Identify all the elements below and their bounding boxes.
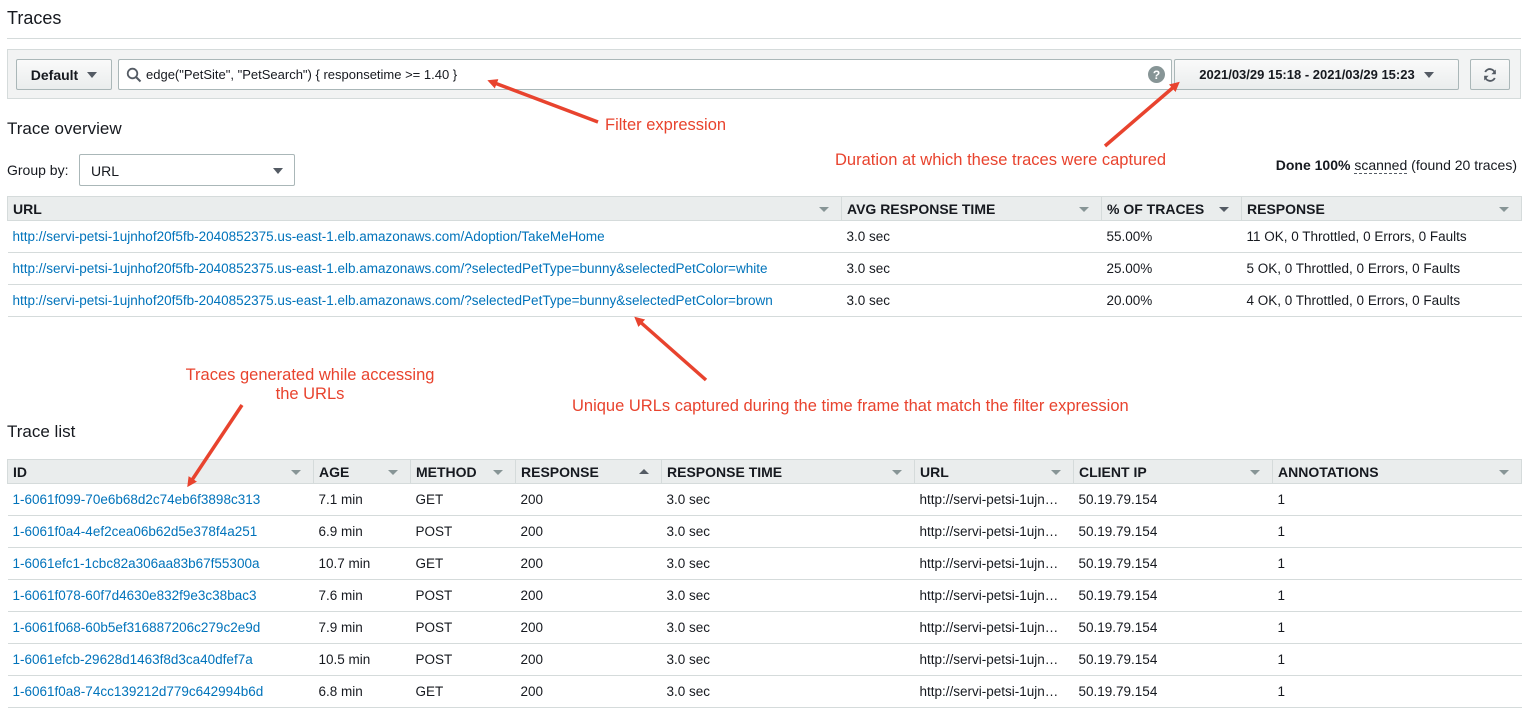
arrow-filter xyxy=(487,79,599,124)
annotation-arrows xyxy=(187,79,1180,488)
arrow-unique-urls xyxy=(634,316,708,382)
arrow-duration xyxy=(1103,81,1180,148)
arrow-traces xyxy=(187,404,244,488)
